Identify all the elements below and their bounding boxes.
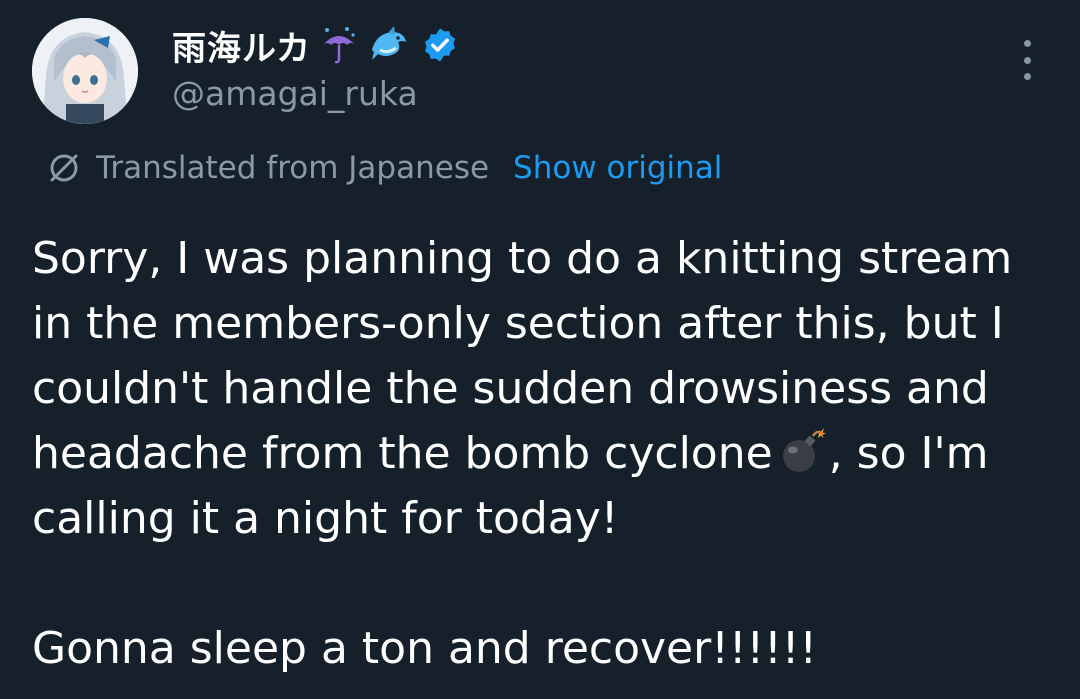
more-dot (1023, 56, 1031, 64)
avatar[interactable] (32, 18, 138, 124)
author-handle[interactable]: @amagai_ruka (172, 74, 418, 113)
tweet-line: Sorry, I was planning to do a knitting s… (32, 233, 1013, 284)
translation-notice: Translated from Japanese Show original (46, 146, 722, 190)
tweet-line: headache from the bomb cyclone , so I'm (32, 421, 1052, 486)
translate-globe-icon (46, 150, 82, 186)
more-dot (1023, 40, 1031, 47)
dolphin-icon (367, 23, 411, 67)
author-name-row[interactable]: 雨海ルカ (172, 20, 459, 70)
tweet-line-text: headache from the bomb cyclone (32, 428, 773, 479)
tweet-line: in the members-only section after this, … (32, 298, 1004, 349)
tweet-line: Gonna sleep a ton and recover!!!!!! (32, 623, 818, 674)
display-name[interactable]: 雨海ルカ (172, 21, 311, 70)
tweet-line: couldn't handle the sudden drowsiness an… (32, 363, 989, 414)
tweet-line-text: , so I'm (828, 428, 989, 479)
translated-label: Translated from Japanese (96, 150, 490, 186)
verified-badge-icon[interactable] (421, 26, 459, 64)
tweet-text: Sorry, I was planning to do a knitting s… (32, 226, 1052, 681)
umbrella-with-rain-icon (317, 23, 361, 67)
more-options-icon[interactable] (1012, 40, 1042, 80)
more-dot (1023, 73, 1031, 80)
bomb-icon (777, 426, 827, 476)
tweet-line: calling it a night for today! (32, 493, 619, 544)
show-original-link[interactable]: Show original (513, 150, 722, 186)
